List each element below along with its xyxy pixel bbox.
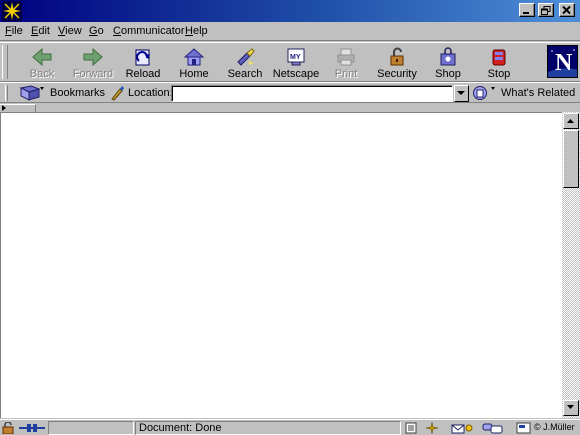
status-message: Document: Done [135, 421, 401, 435]
location-input[interactable] [171, 85, 453, 102]
minimize-button[interactable] [519, 3, 535, 17]
shop-button[interactable]: Shop [421, 45, 475, 81]
location-dropdown-button[interactable] [454, 85, 469, 102]
security-button[interactable]: Security [370, 45, 424, 81]
arrow-down-icon [567, 405, 574, 409]
close-button[interactable] [559, 3, 575, 17]
padlock-icon [390, 47, 404, 66]
restore-button[interactable] [538, 3, 554, 17]
bookmarks-button[interactable]: Bookmarks [19, 84, 105, 102]
page-content-area[interactable] [0, 112, 562, 418]
back-arrow-icon [32, 47, 52, 67]
home-icon [183, 48, 205, 66]
svg-text:MY: MY [290, 54, 301, 61]
shopping-bag-icon [440, 47, 456, 66]
location-label: Location: [128, 87, 173, 99]
menu-edit[interactable]: Edit [31, 25, 50, 37]
back-button[interactable]: Back [15, 45, 69, 81]
mail-component-icon[interactable] [451, 422, 473, 434]
arrow-up-icon [567, 119, 574, 123]
scroll-down-button[interactable] [563, 400, 579, 416]
menu-view[interactable]: View [58, 25, 82, 37]
search-button[interactable]: Search [218, 45, 272, 81]
search-flashlight-icon [237, 48, 255, 66]
security-lock-status-icon[interactable] [2, 422, 16, 434]
toolbar-grip[interactable] [2, 45, 8, 79]
connection-status-icon[interactable] [19, 422, 45, 434]
page-proxy-icon[interactable] [109, 85, 125, 101]
minimize-icon [523, 12, 529, 14]
netscape-button[interactable]: MY Netscape [269, 45, 323, 81]
navigator-component-icon[interactable] [424, 422, 440, 434]
menu-go[interactable]: Go [89, 25, 104, 37]
netscape-app-icon[interactable] [2, 1, 22, 21]
reload-button[interactable]: Reload [116, 45, 170, 81]
location-toolbar-grip[interactable] [5, 85, 8, 101]
home-button[interactable]: Home [167, 45, 221, 81]
restore-icon [541, 6, 551, 15]
offline-status-icon[interactable] [405, 422, 417, 434]
netscape-throbber-logo[interactable]: N [547, 45, 578, 78]
reload-icon [135, 49, 150, 66]
whats-related-button[interactable]: What's Related [472, 84, 578, 102]
title-bar [0, 0, 580, 22]
menu-bar: File Edit View Go Communicator Help [0, 22, 580, 41]
my-netscape-icon: MY [287, 48, 305, 66]
menu-file[interactable]: File [5, 25, 23, 37]
chevron-down-icon [457, 91, 465, 95]
personal-toolbar-tab[interactable] [0, 104, 36, 112]
discussions-component-icon[interactable] [482, 422, 504, 434]
status-bar: Document: Done [0, 419, 580, 435]
vertical-scrollbar[interactable] [562, 112, 580, 418]
composer-component-icon[interactable] [516, 422, 532, 434]
netscape-n-letter: N [555, 50, 573, 76]
whats-related-icon [473, 86, 495, 100]
bookmarks-icon [19, 85, 44, 101]
expand-arrow-icon [2, 105, 6, 111]
progress-panel [48, 421, 134, 435]
printer-icon [337, 48, 355, 66]
scroll-thumb[interactable] [563, 130, 579, 188]
credit-text: © J.Müller [534, 422, 575, 432]
forward-button[interactable]: Forward [66, 45, 120, 81]
navigation-toolbar: Back Forward Reload Home Search MY Netsc… [0, 42, 580, 82]
location-toolbar: Bookmarks Location: What's Related [0, 82, 580, 103]
stop-hand-icon [492, 49, 506, 66]
forward-arrow-icon [83, 47, 103, 67]
menu-communicator[interactable]: Communicator [113, 25, 185, 37]
menu-help[interactable]: Help [185, 25, 208, 37]
scroll-up-button[interactable] [563, 113, 579, 129]
stop-button[interactable]: Stop [472, 45, 526, 81]
close-icon [562, 6, 571, 15]
print-button[interactable]: Print [319, 45, 373, 81]
